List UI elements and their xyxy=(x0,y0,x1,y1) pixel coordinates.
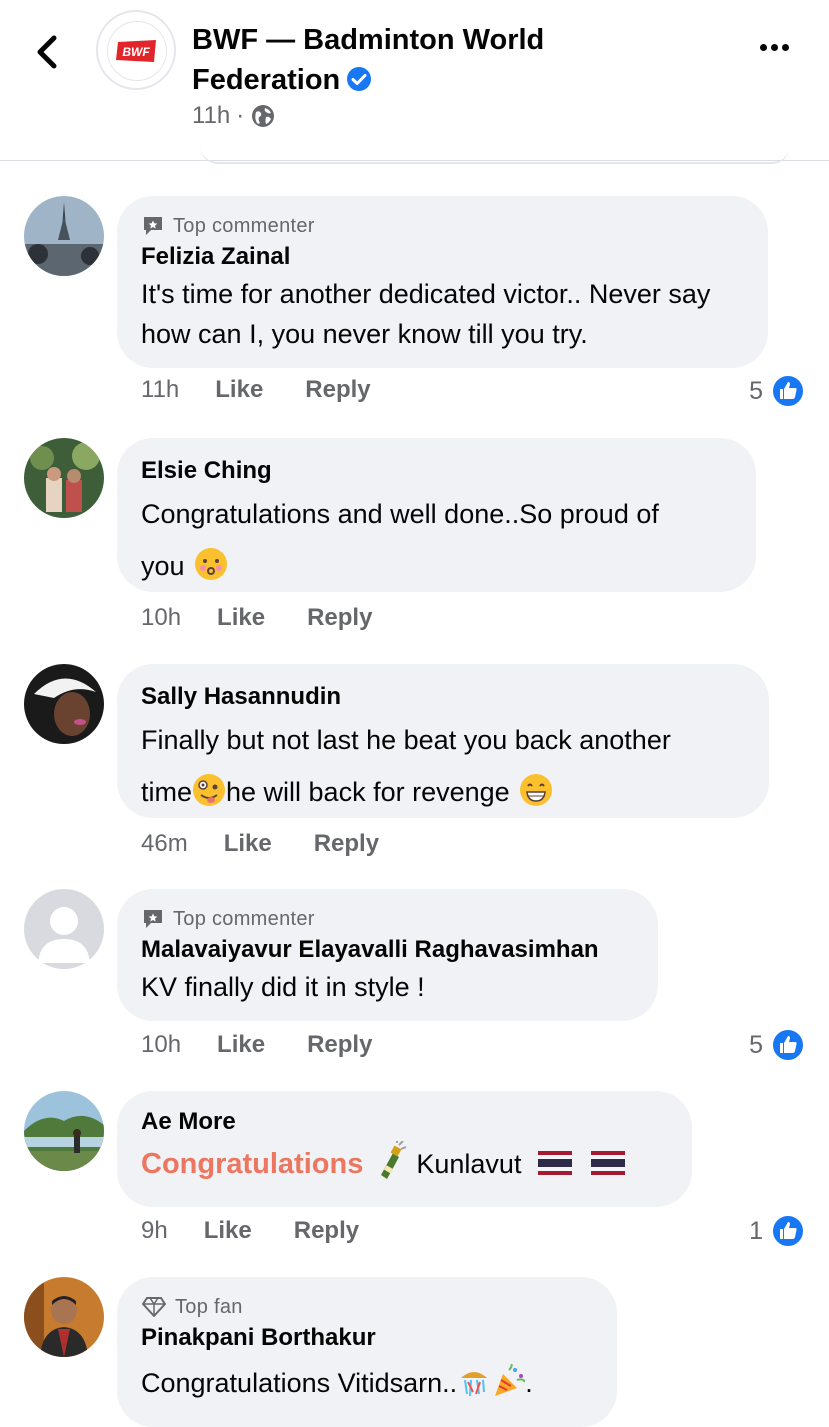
chevron-left-icon xyxy=(37,35,57,69)
comment-bubble[interactable]: Sally Hasannudin Finally but not last he… xyxy=(117,664,769,818)
reply-button[interactable]: Reply xyxy=(307,604,372,632)
previous-content-edge xyxy=(200,146,790,164)
like-button[interactable]: Like xyxy=(217,604,265,632)
more-dot-icon xyxy=(760,44,767,51)
top-commenter-badge: Top commenter xyxy=(141,905,634,933)
comment-text-line: Finally but not last he beat you back an… xyxy=(141,725,671,755)
comment-time[interactable]: 10h xyxy=(141,604,181,632)
reaction-summary[interactable]: 5 xyxy=(749,374,805,408)
like-reaction-icon xyxy=(771,1214,805,1248)
comment-bubble[interactable]: Top commenter Malavaiyavur Elayavalli Ra… xyxy=(117,889,658,1021)
comment-text-line: you xyxy=(141,551,185,581)
comment-author[interactable]: Ae More xyxy=(141,1105,668,1139)
comment-actions: 10h Like Reply xyxy=(141,604,372,632)
comment-time[interactable]: 46m xyxy=(141,830,188,858)
verified-badge-icon xyxy=(346,63,372,103)
avatar[interactable] xyxy=(24,438,104,518)
comment-bubble[interactable]: Elsie Ching Congratulations and well don… xyxy=(117,438,756,592)
meta-separator: · xyxy=(236,102,245,129)
top-commenter-badge: Top commenter xyxy=(141,212,744,240)
comment-text-line: Congratulations and well done..So proud … xyxy=(141,499,659,529)
comment-actions: 9h Like Reply xyxy=(141,1217,359,1245)
comment-bubble[interactable]: Top fan Pinakpani Borthakur Congratulati… xyxy=(117,1277,617,1427)
page-name[interactable]: BWF — Badminton World Federation xyxy=(192,20,632,103)
post-time[interactable]: 11h xyxy=(192,102,230,130)
diamond-icon xyxy=(142,1297,166,1317)
globe-icon xyxy=(252,105,275,127)
comment-text: Congratulations Vitidsarn... xyxy=(141,1355,593,1411)
comment-author[interactable]: Pinakpani Borthakur xyxy=(141,1321,593,1355)
top-commenter-icon xyxy=(144,910,162,928)
comment-time[interactable]: 11h xyxy=(141,376,179,404)
comment-text-part: Kunlavut xyxy=(416,1149,522,1179)
more-dot-icon xyxy=(771,44,778,51)
default-avatar-icon xyxy=(24,889,104,969)
reaction-count: 1 xyxy=(749,1216,763,1245)
comment-text: Congratulations and well done..So proud … xyxy=(141,488,732,592)
reply-button[interactable]: Reply xyxy=(305,376,370,404)
like-reaction-icon xyxy=(771,374,805,408)
thailand-flag-icon xyxy=(538,1141,573,1175)
reaction-count: 5 xyxy=(749,1030,763,1059)
logo-text: BWF xyxy=(122,45,150,59)
comment-actions: 46m Like Reply xyxy=(141,830,379,858)
comment-actions: 11h Like Reply xyxy=(141,376,371,404)
avatar[interactable] xyxy=(24,889,104,969)
comment-text-part: . xyxy=(525,1368,533,1398)
comment-text: Congratulations Kunlavut xyxy=(141,1139,668,1189)
top-fan-badge: Top fan xyxy=(141,1293,593,1321)
grinning-face-icon xyxy=(519,772,553,806)
comment-text-part: Congratulations Vitidsarn.. xyxy=(141,1368,458,1398)
avatar[interactable] xyxy=(24,196,104,276)
comment-author[interactable]: Felizia Zainal xyxy=(141,240,744,274)
comment-actions: 10h Like Reply xyxy=(141,1031,372,1059)
comment-time[interactable]: 10h xyxy=(141,1031,181,1059)
avatar[interactable] xyxy=(24,1277,104,1357)
comment-author[interactable]: Elsie Ching xyxy=(141,454,732,488)
avatar[interactable] xyxy=(24,664,104,744)
reaction-summary[interactable]: 5 xyxy=(749,1028,805,1062)
champagne-icon xyxy=(373,1139,407,1179)
comment-author[interactable]: Malavaiyavur Elayavalli Raghavasimhan xyxy=(141,933,634,967)
like-button[interactable]: Like xyxy=(215,376,263,404)
comment-text-part: he will back for revenge xyxy=(226,777,510,807)
confetti-ball-icon xyxy=(457,1361,491,1397)
post-meta: 11h · xyxy=(192,102,276,130)
comment-author[interactable]: Sally Hasannudin xyxy=(141,680,745,714)
reaction-summary[interactable]: 1 xyxy=(749,1214,805,1248)
zany-face-icon xyxy=(192,772,226,806)
reply-button[interactable]: Reply xyxy=(314,830,379,858)
comment-text: Finally but not last he beat you back an… xyxy=(141,714,745,818)
avatar[interactable] xyxy=(24,1091,104,1171)
more-dot-icon xyxy=(782,44,789,51)
comment-text: It's time for another dedicated victor..… xyxy=(141,279,711,349)
post-header: BWF BWF — Badminton World Federation 11h… xyxy=(0,0,829,164)
like-reaction-icon xyxy=(771,1028,805,1062)
badge-label: Top commenter xyxy=(173,907,315,930)
party-popper-icon xyxy=(491,1361,527,1396)
comment-bubble[interactable]: Top commenter Felizia Zainal It's time f… xyxy=(117,196,768,368)
comment-bubble[interactable]: Ae More Congratulations Kunlavut xyxy=(117,1091,692,1207)
highlighted-text: Congratulations xyxy=(141,1148,364,1180)
badge-label: Top commenter xyxy=(173,214,315,237)
comment-text: KV finally did it in style ! xyxy=(141,972,425,1002)
reply-button[interactable]: Reply xyxy=(307,1031,372,1059)
like-button[interactable]: Like xyxy=(204,1217,252,1245)
comment-text-part: time xyxy=(141,777,193,807)
kissing-face-icon xyxy=(194,546,228,580)
thailand-flag-icon xyxy=(591,1141,626,1175)
back-button[interactable] xyxy=(30,30,66,74)
comment-time[interactable]: 9h xyxy=(141,1217,168,1245)
page-avatar[interactable]: BWF xyxy=(96,10,176,90)
like-button[interactable]: Like xyxy=(224,830,272,858)
badge-label: Top fan xyxy=(175,1295,243,1318)
reaction-count: 5 xyxy=(749,376,763,405)
more-options-button[interactable] xyxy=(760,38,800,62)
like-button[interactable]: Like xyxy=(217,1031,265,1059)
reply-button[interactable]: Reply xyxy=(294,1217,359,1245)
top-commenter-icon xyxy=(144,217,162,235)
bwf-logo: BWF xyxy=(116,40,156,62)
